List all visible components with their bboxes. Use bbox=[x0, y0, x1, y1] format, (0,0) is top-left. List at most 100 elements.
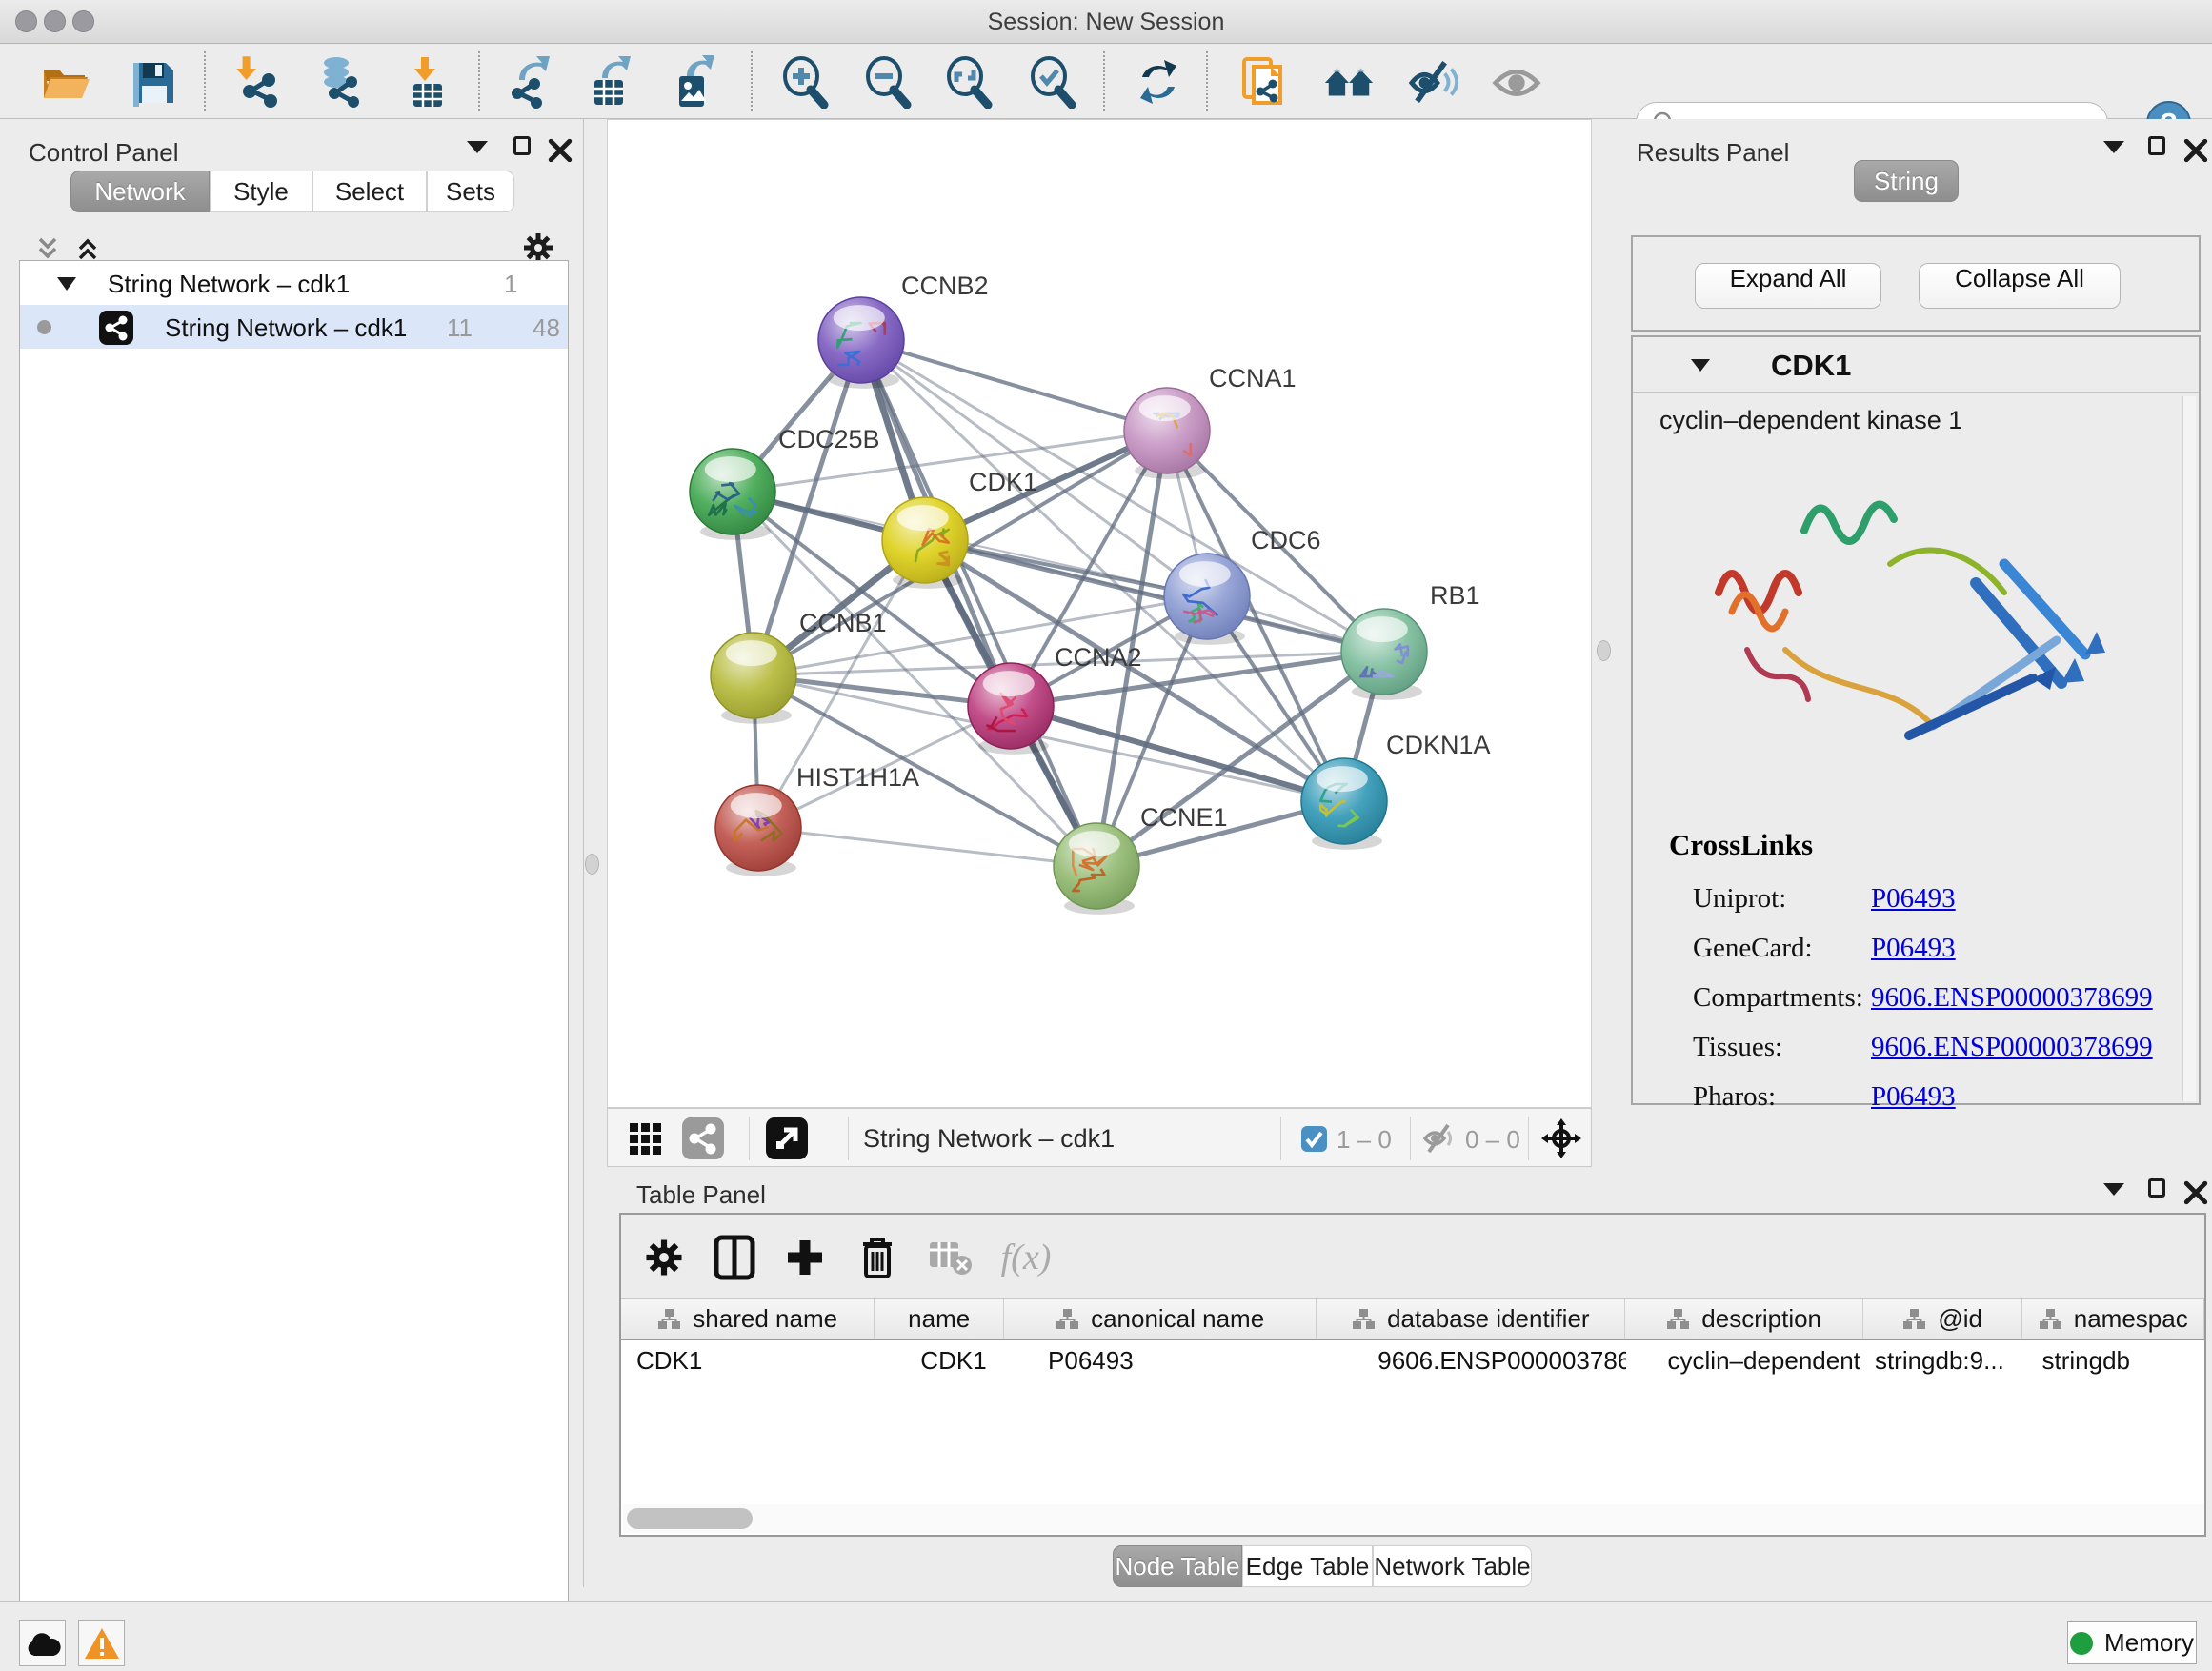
table-cell[interactable]: cyclin–dependent ... bbox=[1626, 1340, 1863, 1380]
network-from-document-button[interactable] bbox=[1237, 55, 1290, 109]
gear-icon[interactable] bbox=[522, 232, 554, 264]
table-cell[interactable]: CDK1 bbox=[621, 1340, 875, 1380]
node-CCNE1[interactable]: CCNE1 bbox=[1054, 803, 1228, 915]
houses-button[interactable] bbox=[1322, 55, 1376, 109]
network-collection-row[interactable]: String Network – cdk1 1 bbox=[20, 261, 568, 305]
zoom-out-button[interactable] bbox=[861, 55, 915, 109]
table-row[interactable]: CDK1CDK1P064939606.ENSP00000378699cyclin… bbox=[621, 1340, 2204, 1380]
tab-select[interactable]: Select bbox=[312, 171, 427, 212]
import-network-file-button[interactable] bbox=[232, 55, 286, 109]
float-menu-icon[interactable] bbox=[2103, 1177, 2128, 1201]
close-panel-icon[interactable] bbox=[2183, 138, 2208, 163]
warnings-button[interactable] bbox=[78, 1620, 125, 1666]
right-splitter-handle[interactable] bbox=[1597, 640, 1611, 661]
horizontal-scrollbar[interactable] bbox=[623, 1504, 2204, 1533]
float-menu-icon[interactable] bbox=[467, 134, 492, 159]
column-header-database-identifier[interactable]: database identifier bbox=[1317, 1299, 1625, 1339]
cloud-status-button[interactable] bbox=[19, 1620, 66, 1666]
crosslink-row: Uniprot:P06493 bbox=[1669, 876, 2183, 925]
collapse-arrow-icon[interactable] bbox=[1690, 358, 1711, 372]
float-panel-icon[interactable] bbox=[512, 134, 536, 159]
function-builder-button[interactable]: f(x) bbox=[1000, 1232, 1052, 1283]
export-image-button[interactable] bbox=[666, 55, 719, 109]
export-table-button[interactable] bbox=[583, 55, 636, 109]
export-image-icon bbox=[666, 55, 719, 109]
detach-view-icon[interactable] bbox=[766, 1117, 808, 1159]
crosslink-link[interactable]: P06493 bbox=[1871, 883, 1956, 915]
delete-column-button[interactable] bbox=[852, 1232, 903, 1283]
crosslink-link[interactable]: 9606.ENSP00000378699 bbox=[1871, 982, 2153, 1014]
share-view-icon[interactable] bbox=[682, 1117, 724, 1159]
network-row[interactable]: String Network – cdk1 11 48 bbox=[20, 305, 568, 349]
crosslink-link[interactable]: P06493 bbox=[1871, 933, 1956, 964]
memory-button[interactable]: Memory bbox=[2067, 1621, 2197, 1664]
table-settings-button[interactable] bbox=[638, 1232, 690, 1283]
network-canvas[interactable]: CCNB2 CCNA1 CDC25B CDK1 CDC6 RB1 CCNB1 bbox=[607, 119, 1592, 1108]
table-cell[interactable]: 9606.ENSP00000378699 bbox=[1317, 1340, 1625, 1380]
scrollbar-thumb[interactable] bbox=[627, 1508, 753, 1529]
save-session-button[interactable] bbox=[126, 55, 179, 109]
import-network-database-button[interactable] bbox=[313, 55, 367, 109]
export-network-button[interactable] bbox=[502, 55, 555, 109]
collapse-all-icon[interactable] bbox=[34, 235, 61, 262]
column-header-name[interactable]: name bbox=[875, 1299, 1004, 1339]
selected-checkbox-icon[interactable] bbox=[1301, 1126, 1327, 1152]
table-cell[interactable]: stringdb bbox=[2023, 1340, 2205, 1380]
show-graphics-button[interactable] bbox=[1490, 55, 1543, 109]
expand-all-icon[interactable] bbox=[74, 235, 101, 262]
tab-sets[interactable]: Sets bbox=[427, 171, 514, 212]
tab-style[interactable]: Style bbox=[210, 171, 312, 212]
hidden-eye-slash-icon[interactable] bbox=[1423, 1123, 1458, 1154]
node-CCNA1[interactable]: CCNA1 bbox=[1124, 364, 1297, 479]
crosslink-row: Tissues:9606.ENSP00000378699 bbox=[1669, 1024, 2183, 1074]
zoom-in-button[interactable] bbox=[778, 55, 832, 109]
edge-HIST1H1A-CCNE1[interactable] bbox=[758, 828, 1096, 866]
entry-header[interactable]: CDK1 bbox=[1633, 337, 2199, 393]
apply-layout-button[interactable] bbox=[1132, 55, 1185, 109]
float-panel-icon[interactable] bbox=[2146, 1177, 2171, 1201]
pan-crosshair-icon[interactable] bbox=[1541, 1118, 1581, 1158]
close-panel-icon[interactable] bbox=[2183, 1180, 2208, 1205]
network-edge-count: 48 bbox=[533, 313, 560, 343]
column-header-canonical-name[interactable]: canonical name bbox=[1004, 1299, 1317, 1339]
close-panel-icon[interactable] bbox=[548, 138, 573, 163]
open-session-button[interactable] bbox=[38, 55, 91, 109]
edge-CCNB2-RB1[interactable] bbox=[861, 340, 1384, 652]
tab-node-table[interactable]: Node Table bbox=[1113, 1545, 1242, 1587]
zoom-selected-button[interactable] bbox=[1026, 55, 1079, 109]
tab-network-table[interactable]: Network Table bbox=[1373, 1545, 1532, 1587]
tab-string[interactable]: String bbox=[1854, 160, 1959, 202]
node-label-CCNA1: CCNA1 bbox=[1209, 364, 1297, 393]
zoom-fit-button[interactable] bbox=[942, 55, 995, 109]
column-header-description[interactable]: description bbox=[1625, 1299, 1862, 1339]
node-CDKN1A[interactable]: CDKN1A bbox=[1301, 731, 1491, 850]
zoom-selected-icon bbox=[1026, 55, 1079, 109]
show-columns-button[interactable] bbox=[709, 1232, 760, 1283]
add-column-button[interactable] bbox=[779, 1232, 831, 1283]
node-HIST1H1A[interactable]: HIST1H1A bbox=[715, 763, 919, 876]
table-cell[interactable]: P06493 bbox=[1004, 1340, 1317, 1380]
table-cell[interactable]: stringdb:9... bbox=[1863, 1340, 2023, 1380]
node-CDC6[interactable]: CDC6 bbox=[1164, 526, 1321, 645]
results-scrollbar[interactable] bbox=[2182, 396, 2196, 1101]
import-table-button[interactable] bbox=[400, 55, 453, 109]
node-RB1[interactable]: RB1 bbox=[1341, 581, 1480, 700]
crosslink-link[interactable]: 9606.ENSP00000378699 bbox=[1871, 1032, 2153, 1063]
column-header-shared-name[interactable]: shared name bbox=[621, 1299, 875, 1339]
tab-network[interactable]: Network bbox=[70, 171, 210, 212]
hide-graphics-button[interactable] bbox=[1408, 55, 1461, 109]
table-cell[interactable]: CDK1 bbox=[875, 1340, 1004, 1380]
delete-table-button[interactable] bbox=[924, 1232, 975, 1283]
float-menu-icon[interactable] bbox=[2103, 134, 2128, 159]
import-table-icon bbox=[400, 55, 453, 109]
float-panel-icon[interactable] bbox=[2146, 134, 2171, 159]
grid-view-icon[interactable] bbox=[629, 1122, 663, 1157]
tab-edge-table[interactable]: Edge Table bbox=[1242, 1545, 1373, 1587]
crosslink-link[interactable]: P06493 bbox=[1871, 1081, 1956, 1113]
left-splitter-handle[interactable] bbox=[585, 854, 599, 875]
expand-all-button[interactable]: Expand All bbox=[1695, 263, 1881, 309]
collapse-all-button[interactable]: Collapse All bbox=[1919, 263, 2121, 309]
collapse-arrow-icon[interactable] bbox=[56, 276, 77, 292]
column-header-@id[interactable]: @id bbox=[1863, 1299, 2023, 1339]
column-header-namespac[interactable]: namespac bbox=[2022, 1299, 2204, 1339]
